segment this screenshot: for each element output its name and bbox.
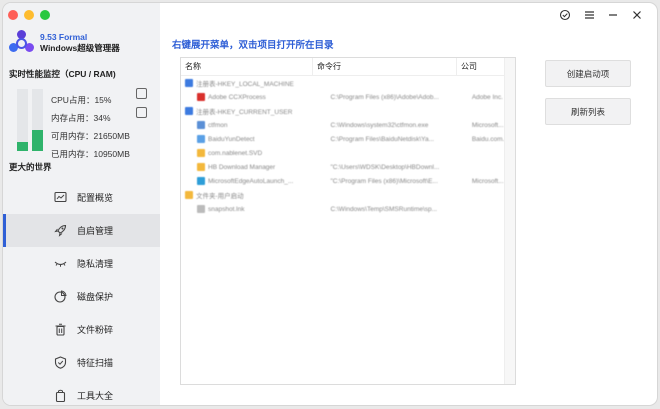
item-name: 注册表-HKEY_LOCAL_MACHINE [196, 81, 294, 88]
column-header-company[interactable]: 公司 [457, 58, 505, 75]
item-icon [197, 93, 205, 101]
item-icon [197, 121, 205, 129]
column-header-name[interactable]: 名称 [181, 58, 313, 75]
startup-list[interactable]: 名称 命令行 公司 注册表-HKEY_LOCAL_MACHINE Adobe CC… [180, 57, 516, 385]
eye-closed-icon [53, 257, 67, 271]
image-icon[interactable] [136, 88, 147, 99]
item-icon [197, 163, 205, 171]
app-window: 9.53 Formal Windows超级管理器 实时性能监控（CPU / RA… [3, 3, 657, 405]
item-name: 注册表-HKEY_CURRENT_USER [196, 109, 293, 116]
sidebar-item-label: 隐私清理 [77, 259, 114, 269]
sidebar-item-privacy-clean[interactable]: 隐私清理 [3, 247, 160, 280]
pie-icon [53, 290, 67, 304]
item-icon [197, 135, 205, 143]
cpu-bar [17, 89, 28, 151]
minimize-window-button[interactable] [24, 10, 34, 20]
sidebar-item-label: 特征扫描 [77, 358, 114, 368]
list-item[interactable]: com.nablenet.SVD [181, 146, 515, 160]
item-name: HB Download Manager [208, 163, 276, 171]
item-command: "C:\Program Files (x86)\Microsoft\E... [330, 177, 438, 185]
maximize-window-button[interactable] [40, 10, 50, 20]
perf-stats: CPU占用：15% 内存占用：34% 可用内存：21650MB 已用内存：109… [51, 91, 130, 163]
list-item[interactable]: 文件夹-用户启动 [181, 188, 515, 202]
clipboard-image-icon[interactable] [136, 107, 147, 118]
item-icon [197, 149, 205, 157]
sidebar-item-startup-manager[interactable]: 自启管理 [3, 214, 160, 247]
list-item[interactable]: Adobe CCXProcess C:\Program Files (x86)\A… [181, 90, 515, 104]
rocket-icon [53, 224, 67, 238]
sidebar-item-feature-scan[interactable]: 特征扫描 [3, 346, 160, 379]
brand: 9.53 Formal Windows超级管理器 [9, 30, 120, 56]
window-controls [8, 10, 50, 20]
list-header: 名称 命令行 公司 [181, 58, 515, 76]
perf-monitor-title: 实时性能监控（CPU / RAM) [9, 69, 116, 79]
item-command: C:\Windows\Temp\SMSRuntime\sp... [330, 205, 438, 213]
sidebar-item-label: 工具大全 [77, 391, 114, 401]
chart-icon [53, 191, 67, 205]
close-icon[interactable] [631, 10, 643, 23]
memory-bar [32, 89, 43, 151]
list-item[interactable]: BaiduYunDetect C:\Program Files\BaiduNetd… [181, 132, 515, 146]
minimize-icon[interactable] [607, 10, 619, 23]
list-item[interactable]: snapshot.lnk C:\Windows\Temp\SMSRuntime\s… [181, 202, 515, 216]
item-icon [197, 177, 205, 185]
item-icon [185, 79, 193, 87]
item-icon [185, 191, 193, 199]
title-bar-controls [559, 9, 643, 24]
sidebar-item-label: 配置概览 [77, 193, 114, 203]
main-content: 右键展开菜单，双击项目打开所在目录 名称 命令行 公司 注册表-HKEY_LOC… [160, 3, 657, 405]
item-name: snapshot.lnk [208, 205, 245, 213]
sidebar-item-config-overview[interactable]: 配置概览 [3, 181, 160, 214]
list-item[interactable]: MicrosoftEdgeAutoLaunch_... "C:\Program F… [181, 174, 515, 188]
available-memory: 可用内存：21650MB [51, 131, 130, 141]
shield-icon [53, 356, 67, 370]
item-icon [197, 205, 205, 213]
item-command: C:\Program Files\BaiduNetdisk\Ya... [330, 135, 435, 143]
item-name: MicrosoftEdgeAutoLaunch_... [208, 177, 294, 185]
item-command: "C:\Users\WDSK\Desktop\HBDownl... [330, 163, 440, 171]
sidebar-nav: 配置概览 自启管理 隐私清理 磁盘保护 文件粉碎 特征扫描 工具大全 [3, 181, 160, 405]
item-command: C:\Program Files (x86)\Adobe\Adob... [330, 93, 439, 101]
memory-usage: 内存占用：34% [51, 113, 111, 123]
refresh-list-button[interactable]: 刷新列表 [545, 98, 631, 125]
sidebar-item-file-shredder[interactable]: 文件粉碎 [3, 313, 160, 346]
list-scrollbar[interactable] [504, 58, 515, 384]
item-name: BaiduYunDetect [208, 135, 255, 143]
list-item[interactable]: HB Download Manager "C:\Users\WDSK\Deskto… [181, 160, 515, 174]
create-startup-button[interactable]: 创建启动项 [545, 60, 631, 87]
item-name: Adobe CCXProcess [208, 93, 266, 101]
item-icon [185, 107, 193, 115]
sidebar-item-label: 文件粉碎 [77, 325, 114, 335]
sidebar-item-disk-protect[interactable]: 磁盘保护 [3, 280, 160, 313]
logo-icon [9, 30, 35, 56]
list-item[interactable]: 注册表-HKEY_LOCAL_MACHINE [181, 76, 515, 90]
section-label: 更大的世界 [9, 162, 52, 172]
close-window-button[interactable] [8, 10, 18, 20]
sidebar: 9.53 Formal Windows超级管理器 实时性能监控（CPU / RA… [3, 3, 160, 405]
bag-icon [53, 389, 67, 403]
sidebar-item-label: 磁盘保护 [77, 292, 114, 302]
item-name: com.nablenet.SVD [208, 149, 263, 157]
perf-bars [17, 89, 43, 151]
settings-check-icon[interactable] [559, 9, 571, 24]
list-rows: 注册表-HKEY_LOCAL_MACHINE Adobe CCXProcess C:… [181, 76, 515, 216]
used-memory: 已用内存：10950MB [51, 149, 130, 159]
list-item[interactable]: ctfmon C:\Windows\system32\ctfmon.exe Micr… [181, 118, 515, 132]
trash-icon [53, 323, 67, 337]
item-command: C:\Windows\system32\ctfmon.exe [330, 121, 429, 129]
menu-icon[interactable] [583, 10, 595, 23]
item-name: ctfmon [208, 121, 228, 129]
column-header-command[interactable]: 命令行 [313, 58, 457, 75]
item-name: 文件夹-用户启动 [196, 193, 244, 200]
sidebar-item-toolbox[interactable]: 工具大全 [3, 379, 160, 405]
list-item[interactable]: 注册表-HKEY_CURRENT_USER [181, 104, 515, 118]
page-heading: 右键展开菜单，双击项目打开所在目录 [172, 40, 334, 51]
cpu-usage: CPU占用：15% [51, 95, 112, 105]
sidebar-item-label: 自启管理 [77, 226, 114, 236]
app-version: 9.53 Formal [40, 32, 88, 42]
app-name: Windows超级管理器 [40, 43, 120, 53]
